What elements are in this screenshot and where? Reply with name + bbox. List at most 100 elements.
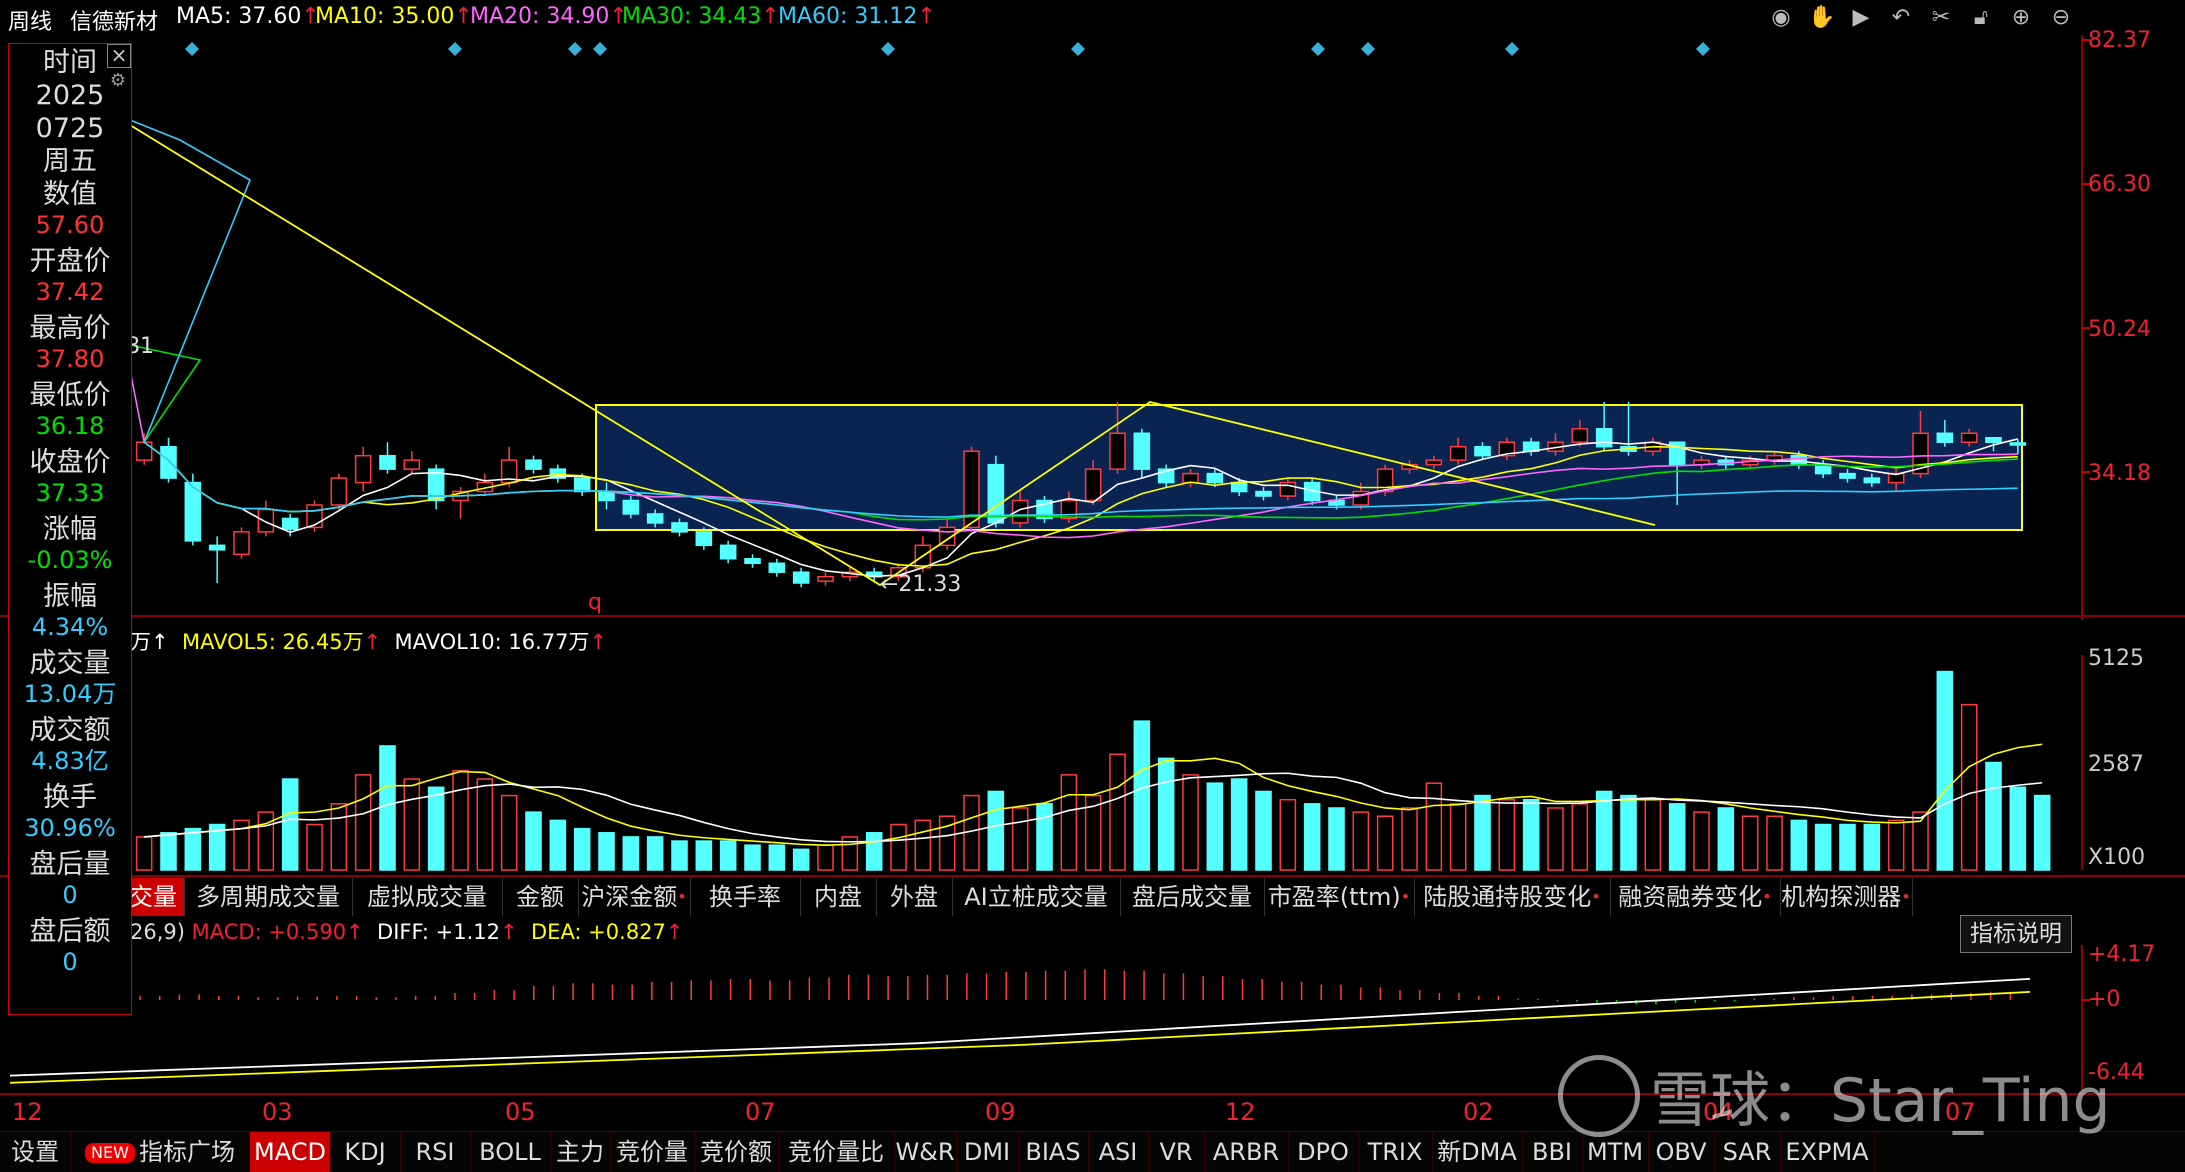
indicator-tab[interactable]: 融资融券变化•: [1610, 878, 1781, 916]
volume-bar: [1936, 670, 1954, 871]
volume-bar: [768, 844, 786, 871]
bottom-tab[interactable]: BBI: [1522, 1132, 1583, 1172]
bottom-tab[interactable]: 设置: [0, 1132, 71, 1172]
volume-bar: [549, 819, 567, 871]
indicator-explain-button[interactable]: 指标说明: [1960, 915, 2072, 953]
indicator-tab[interactable]: 金额: [502, 878, 579, 916]
candle-body: [671, 522, 688, 533]
volume-bar: [719, 840, 737, 871]
dea-arrow: ↑: [665, 920, 684, 944]
bottom-tab[interactable]: DPO: [1288, 1132, 1359, 1172]
mavol5-arrow: ↑: [363, 630, 382, 654]
q-marker: q: [588, 590, 602, 615]
bottom-tab[interactable]: 主力: [550, 1132, 611, 1172]
info-label: 时间: [43, 47, 97, 78]
volume-bar: [354, 774, 372, 871]
bottom-tab[interactable]: DMI: [956, 1132, 1019, 1172]
mavol10-label: MAVOL10: 16.77万: [394, 630, 590, 654]
bottom-tab[interactable]: BIAS: [1018, 1132, 1089, 1172]
indicator-tab[interactable]: 沪深金额•: [578, 878, 691, 916]
indicator-tab[interactable]: AI立桩成交量: [952, 878, 1121, 916]
volume-bar: [2009, 786, 2027, 871]
event-diamond-icon: [593, 42, 607, 56]
dot-icon: •: [1901, 887, 1911, 906]
info-label: 最低价: [29, 380, 111, 411]
volume-bar: [452, 770, 469, 871]
info-label: 2025: [35, 80, 105, 111]
volume-bar: [1887, 819, 1905, 871]
volume-bar: [987, 790, 1005, 871]
x-axis-label: 12: [1225, 1098, 1256, 1126]
stock-chart[interactable]: [0, 0, 2185, 1171]
candle-body: [1060, 499, 1078, 520]
candle-body: [257, 508, 275, 533]
candle-body: [768, 562, 786, 573]
bottom-tab[interactable]: NEW 指标广场: [70, 1132, 251, 1172]
volume-bar: [184, 827, 202, 871]
xueqiu-logo: [1558, 1055, 1640, 1137]
info-value: 4.83亿: [31, 747, 109, 775]
bottom-tab[interactable]: VR: [1148, 1132, 1205, 1172]
volume-bar: [1717, 807, 1735, 871]
indicator-tab[interactable]: 多周期成交量: [184, 878, 353, 916]
bottom-tab[interactable]: ASI: [1088, 1132, 1149, 1172]
info-label: 成交额: [29, 715, 111, 746]
event-diamond-icon: [1505, 42, 1519, 56]
indicator-tab[interactable]: 陆股通持股变化•: [1414, 878, 1611, 916]
volume-bar: [1790, 819, 1808, 871]
consolidation-box: [595, 404, 2023, 531]
volume-bar: [1036, 803, 1053, 871]
bottom-tab[interactable]: BOLL: [470, 1132, 551, 1172]
candle-body: [1109, 432, 1126, 470]
bottom-tab[interactable]: ARBR: [1204, 1132, 1289, 1172]
volume-bar: [1960, 703, 1978, 871]
indicator-tab[interactable]: 外盘: [876, 878, 953, 916]
info-label: 数值: [43, 179, 97, 210]
candle-body: [1182, 472, 1199, 484]
candle-body: [1084, 468, 1102, 502]
info-label: 盘后量: [29, 849, 111, 880]
volume-bar: [1303, 803, 1321, 871]
volume-bar: [500, 794, 518, 871]
indicator-tab[interactable]: 市盈率(ttm)•: [1264, 878, 1415, 916]
volume-unit: 万↑: [130, 630, 169, 654]
volume-bar: [1766, 815, 1783, 871]
indicator-tab[interactable]: 换手率: [690, 878, 801, 916]
candle-body: [1595, 428, 1613, 448]
bottom-tab[interactable]: MTM: [1582, 1132, 1649, 1172]
candle-body: [719, 544, 737, 560]
bottom-tab[interactable]: 新DMA: [1432, 1132, 1523, 1172]
bottom-tab[interactable]: W&R: [894, 1132, 957, 1172]
candle-body: [233, 531, 250, 556]
indicator-tab[interactable]: 虚拟成交量: [352, 878, 503, 916]
macd-info: 26,9) MACD: +0.590↑ DIFF: +1.12↑ DEA: +0…: [130, 920, 684, 944]
bottom-tab[interactable]: KDJ: [330, 1132, 401, 1172]
diff-arrow: ↑: [500, 920, 518, 944]
candle-body: [744, 558, 761, 565]
event-diamond-icon: [1071, 42, 1085, 56]
info-value: 57.60: [35, 211, 105, 239]
bottom-tab[interactable]: 竞价量: [610, 1132, 695, 1172]
indicator-tab[interactable]: 盘后成交量: [1120, 878, 1265, 916]
volume-bar: [1522, 798, 1540, 871]
bottom-tab[interactable]: MACD: [250, 1132, 331, 1172]
volume-bar: [1668, 803, 1686, 871]
volume-bar: [890, 823, 907, 871]
bottom-tab[interactable]: RSI: [400, 1132, 471, 1172]
macd-axis-label: +4.17: [2088, 942, 2156, 967]
indicator-tab[interactable]: 内盘: [800, 878, 877, 916]
candle-body: [403, 459, 421, 470]
bottom-tab[interactable]: 竞价量比: [778, 1132, 895, 1172]
indicator-tab[interactable]: 机构探测器•: [1780, 878, 1913, 916]
volume-bar: [1693, 811, 1710, 871]
volume-bar: [1595, 790, 1613, 871]
volume-axis-label: 2587: [2088, 752, 2144, 777]
info-value: 30.96%: [24, 814, 116, 842]
volume-bar: [1839, 823, 1856, 871]
info-value: -0.03%: [27, 546, 113, 574]
volume-bar: [1863, 823, 1881, 871]
bottom-tab[interactable]: TRIX: [1358, 1132, 1433, 1172]
mavol10-arrow: ↑: [589, 630, 608, 654]
volume-bar: [379, 745, 396, 871]
bottom-tab[interactable]: 竞价额: [694, 1132, 779, 1172]
